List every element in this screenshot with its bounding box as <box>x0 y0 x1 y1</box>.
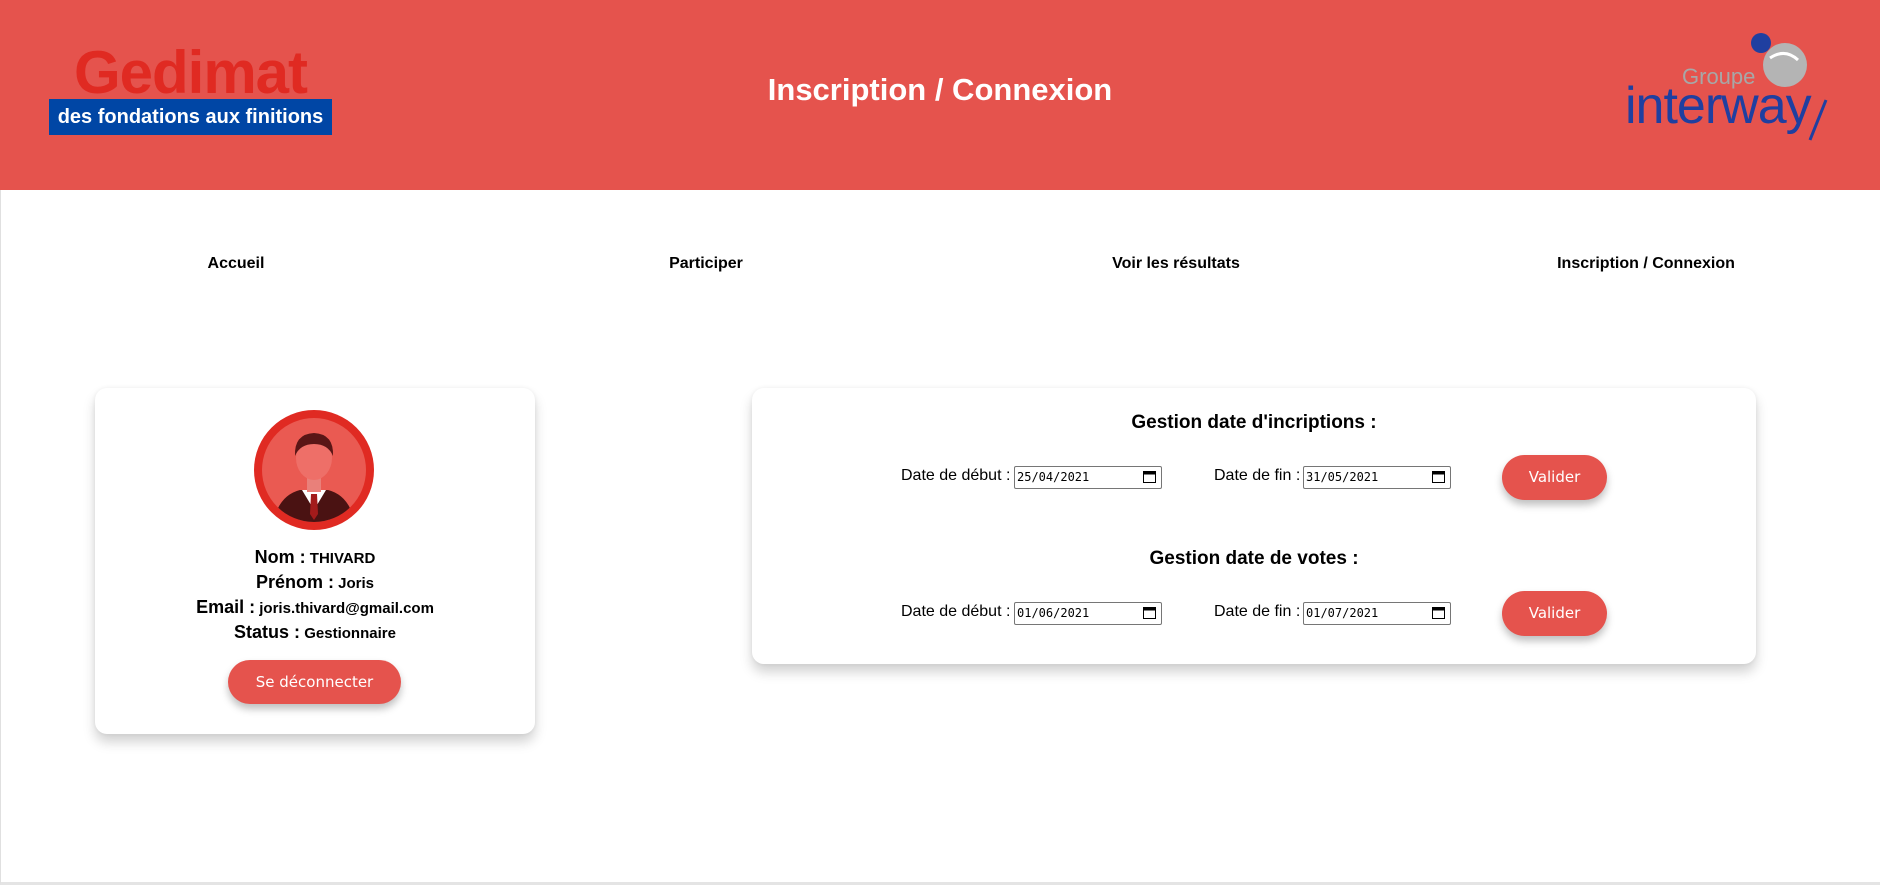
page-title: Inscription / Connexion <box>767 72 1113 107</box>
nav-link-voir-resultats[interactable]: Voir les résultats <box>1076 255 1276 273</box>
votes-start-date-value: 01/06/2021 <box>1017 606 1090 620</box>
nav-link-participer[interactable]: Participer <box>640 255 772 273</box>
profile-status-label: Status : <box>234 622 301 642</box>
votes-end-date-input[interactable]: 01/07/2021 <box>1303 602 1451 625</box>
profile-card: Nom : THIVARD Prénom : Joris Email : jor… <box>95 388 535 734</box>
inscriptions-section-title: Gestion date d'incriptions : <box>1131 412 1377 433</box>
inscriptions-start-date-value: 25/04/2021 <box>1017 470 1090 484</box>
profile-prenom: Prénom : Joris <box>95 572 535 593</box>
nav-link-inscription-connexion[interactable]: Inscription / Connexion <box>1531 255 1761 273</box>
votes-end-date-value: 01/07/2021 <box>1306 606 1379 620</box>
interway-logo[interactable]: Groupe interway <box>1620 28 1835 143</box>
inscriptions-start-date-input[interactable]: 25/04/2021 <box>1014 466 1162 489</box>
profile-nom-label: Nom : <box>254 547 306 567</box>
gedimat-logo[interactable]: Gedimat des fondations aux finitions <box>49 43 332 135</box>
profile-nom: Nom : THIVARD <box>95 547 535 568</box>
calendar-icon[interactable] <box>1432 606 1445 619</box>
profile-status: Status : Gestionnaire <box>95 622 535 643</box>
header-banner: Gedimat des fondations aux finitions Ins… <box>0 0 1880 190</box>
profile-email-label: Email : <box>196 597 256 617</box>
interway-logo-wordmark: interway <box>1625 77 1812 135</box>
inscriptions-end-date-value: 31/05/2021 <box>1306 470 1379 484</box>
calendar-icon[interactable] <box>1432 470 1445 483</box>
votes-start-label: Date de début : <box>901 603 1011 620</box>
profile-status-value: Gestionnaire <box>304 625 396 642</box>
logout-button[interactable]: Se déconnecter <box>228 660 401 704</box>
user-avatar-icon <box>254 410 374 530</box>
inscriptions-end-date-input[interactable]: 31/05/2021 <box>1303 466 1451 489</box>
votes-start-date-input[interactable]: 01/06/2021 <box>1014 602 1162 625</box>
inscriptions-start-label: Date de début : <box>901 467 1011 484</box>
profile-prenom-label: Prénom : <box>255 572 334 592</box>
profile-email: Email : joris.thivard@gmail.com <box>95 597 535 618</box>
gedimat-logo-tagline: des fondations aux finitions <box>49 99 332 135</box>
profile-email-value: joris.thivard@gmail.com <box>259 600 434 617</box>
inscriptions-end-label: Date de fin : <box>1214 467 1301 484</box>
votes-end-label: Date de fin : <box>1214 603 1301 620</box>
votes-section-title: Gestion date de votes : <box>1149 548 1359 569</box>
nav-link-accueil[interactable]: Accueil <box>170 255 302 273</box>
inscriptions-valider-button[interactable]: Valider <box>1502 455 1607 500</box>
date-management-card: Gestion date d'incriptions : Date de déb… <box>752 388 1756 664</box>
gedimat-logo-wordmark: Gedimat <box>73 39 308 106</box>
votes-valider-button[interactable]: Valider <box>1502 591 1607 636</box>
calendar-icon[interactable] <box>1143 606 1156 619</box>
profile-prenom-value: Joris <box>338 575 375 592</box>
calendar-icon[interactable] <box>1143 470 1156 483</box>
profile-nom-value: THIVARD <box>309 550 376 567</box>
